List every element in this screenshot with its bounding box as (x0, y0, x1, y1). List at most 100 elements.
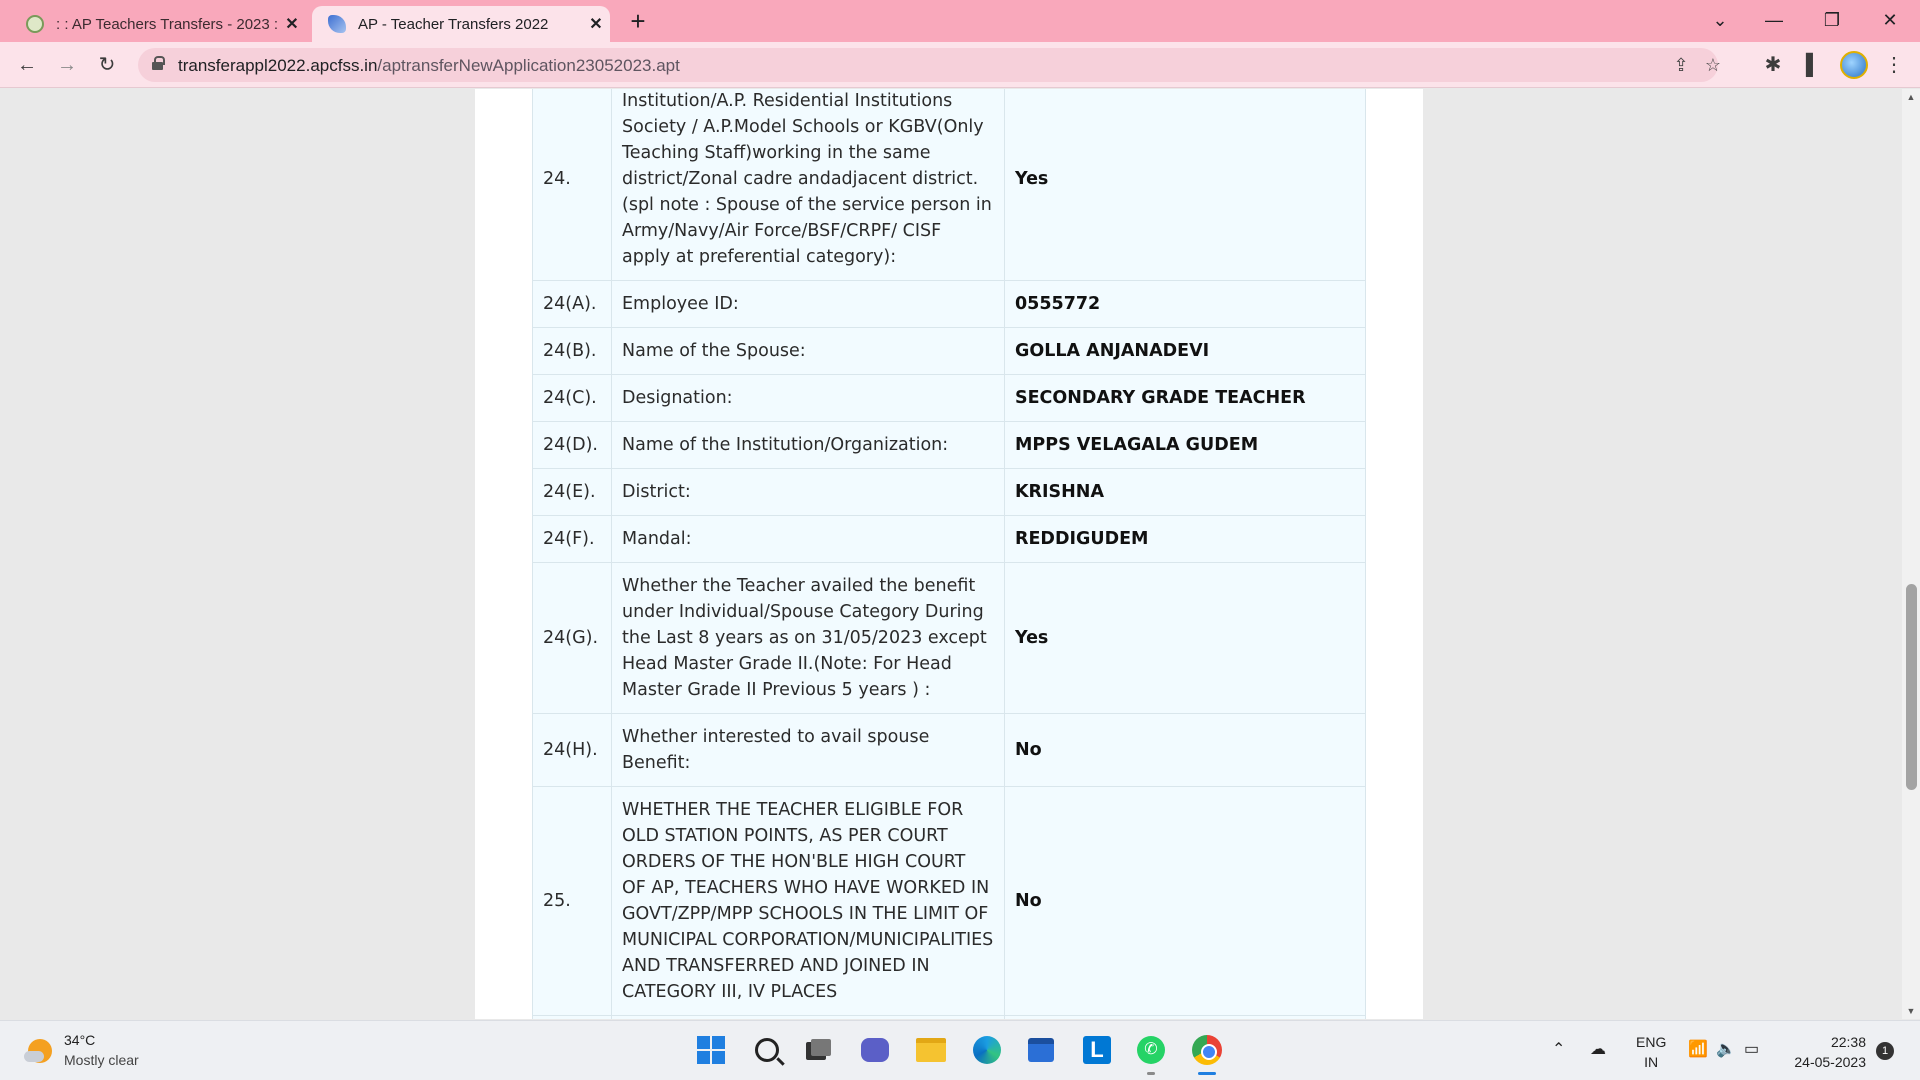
browser-tab-strip: : : AP Teachers Transfers - 2023 : : ✕ A… (0, 0, 1920, 42)
table-row: 24(A). Employee ID: 0555772 (532, 280, 1366, 328)
kebab-menu-icon[interactable]: ⋮ (1879, 50, 1909, 80)
close-window-icon[interactable]: ✕ (1862, 0, 1918, 42)
table-row-partial (532, 1015, 1366, 1019)
browser-tab-ap-teacher-transfers-2022[interactable]: AP - Teacher Transfers 2022 ✕ (312, 6, 610, 42)
notification-count-badge[interactable]: 1 (1876, 1042, 1894, 1060)
edge-browser-icon[interactable] (968, 1031, 1006, 1069)
row-number: 25. (532, 786, 612, 1016)
onedrive-cloud-icon[interactable]: ☁ (1590, 1039, 1606, 1059)
new-tab-plus-icon[interactable]: + (622, 6, 654, 38)
restore-icon[interactable]: ❐ (1804, 0, 1860, 42)
table-row: 25. WHETHER THE TEACHER ELIGIBLE FOR OLD … (532, 786, 1366, 1016)
row-number: 24(A). (532, 280, 612, 328)
table-row: 24(C). Designation: SECONDARY GRADE TEACHE… (532, 374, 1366, 422)
table-row: 24(E). District: KRISHNA (532, 468, 1366, 516)
tab-title: : : AP Teachers Transfers - 2023 : : (56, 15, 278, 33)
url-path: /aptransferNewApplication23052023.apt (377, 56, 680, 75)
whatsapp-icon[interactable]: ✆ (1132, 1031, 1170, 1075)
wifi-icon[interactable]: 📶 (1688, 1039, 1708, 1059)
language-code: ENG (1636, 1034, 1667, 1050)
row-number: 24(C). (532, 374, 612, 422)
row-number: 24(F). (532, 515, 612, 563)
row-value: MPPS VELAGALA GUDEM (1004, 421, 1366, 469)
row-value: REDDIGUDEM (1004, 515, 1366, 563)
row-value: Yes (1004, 562, 1366, 714)
row-number: 24(G). (532, 562, 612, 714)
row-cell-partial (611, 1015, 1005, 1019)
side-panel-icon[interactable]: ▌ (1798, 50, 1828, 80)
scroll-down-arrow-icon[interactable]: ▼ (1902, 1003, 1920, 1019)
microsoft-store-icon[interactable] (1022, 1031, 1060, 1069)
row-cell-partial (1004, 1015, 1366, 1019)
weather-condition[interactable]: Mostly clear (64, 1052, 139, 1068)
row-cell-partial (532, 1015, 612, 1019)
url-text: transferappl2022.apcfss.in/aptransferNew… (178, 56, 680, 76)
weather-temperature[interactable]: 34°C (64, 1032, 95, 1048)
reload-icon[interactable]: ↻ (92, 50, 122, 80)
row-value: No (1004, 713, 1366, 787)
volume-speaker-icon[interactable]: 🔈 (1716, 1039, 1736, 1059)
show-hidden-icons-chevron-icon[interactable]: ⌃ (1552, 1039, 1565, 1059)
table-row: 24(D). Name of the Institution/Organizati… (532, 421, 1366, 469)
row-value: 0555772 (1004, 280, 1366, 328)
tab-search-chevron-icon[interactable]: ⌄ (1692, 0, 1748, 42)
bookmark-star-icon[interactable]: ☆ (1700, 52, 1726, 78)
row-label: WHETHER THE TEACHER ELIGIBLE FOR OLD STA… (611, 786, 1005, 1016)
system-clock[interactable]: 22:38 24-05-2023 (1786, 1032, 1866, 1072)
chrome-browser-icon[interactable] (1188, 1031, 1226, 1075)
row-value: SECONDARY GRADE TEACHER (1004, 374, 1366, 422)
row-number: 24. (532, 89, 612, 281)
search-icon[interactable] (748, 1031, 786, 1069)
row-value: KRISHNA (1004, 468, 1366, 516)
file-explorer-folder-icon[interactable] (912, 1031, 950, 1069)
row-value: No (1004, 786, 1366, 1016)
scroll-up-arrow-icon[interactable]: ▲ (1902, 89, 1920, 105)
language-indicator[interactable]: ENG IN (1636, 1032, 1666, 1072)
page-viewport: 24. Institution/A.P. Residential Institut… (0, 89, 1902, 1019)
address-bar[interactable]: transferappl2022.apcfss.in/aptransferNew… (138, 48, 1721, 82)
row-label: Mandal: (611, 515, 1005, 563)
row-value: Yes (1004, 89, 1366, 281)
battery-icon[interactable]: ▭ (1744, 1039, 1759, 1059)
tab-title: AP - Teacher Transfers 2022 (358, 15, 549, 33)
forward-arrow-icon[interactable]: → (52, 50, 82, 80)
l-app-icon[interactable]: L (1078, 1031, 1116, 1069)
share-icon[interactable]: ⇪ (1668, 52, 1694, 78)
site-favicon-icon (328, 15, 346, 33)
table-row: 24(H). Whether interested to avail spouse… (532, 713, 1366, 787)
row-label: Institution/A.P. Residential Institution… (611, 89, 1005, 281)
row-number: 24(D). (532, 421, 612, 469)
scrollbar-thumb[interactable] (1906, 584, 1917, 790)
row-label: Designation: (611, 374, 1005, 422)
table-row: 24(G). Whether the Teacher availed the be… (532, 562, 1366, 714)
row-label: Whether the Teacher availed the benefit … (611, 562, 1005, 714)
lock-icon[interactable] (152, 56, 165, 70)
back-arrow-icon[interactable]: ← (12, 50, 42, 80)
weather-moon-cloud-icon[interactable] (24, 1035, 54, 1065)
table-row: 24(B). Name of the Spouse: GOLLA ANJANADEV… (532, 327, 1366, 375)
table-row: 24. Institution/A.P. Residential Institut… (532, 89, 1366, 281)
region-code: IN (1644, 1054, 1659, 1070)
tab-close-icon[interactable]: ✕ (582, 14, 610, 34)
row-value: GOLLA ANJANADEVI (1004, 327, 1366, 375)
row-label: District: (611, 468, 1005, 516)
row-label: Name of the Spouse: (611, 327, 1005, 375)
profile-avatar[interactable] (1840, 51, 1868, 79)
site-favicon-icon (26, 15, 44, 33)
table-row: 24(F). Mandal: REDDIGUDEM (532, 515, 1366, 563)
extensions-puzzle-icon[interactable]: ✱ (1758, 50, 1788, 80)
tab-close-icon[interactable]: ✕ (278, 14, 306, 34)
browser-toolbar: ← → ↻ transferappl2022.apcfss.in/aptrans… (0, 42, 1920, 88)
row-number: 24(B). (532, 327, 612, 375)
row-number: 24(E). (532, 468, 612, 516)
row-label: Whether interested to avail spouse Benef… (611, 713, 1005, 787)
application-details-table: 24. Institution/A.P. Residential Institut… (532, 89, 1366, 1019)
minimize-icon[interactable]: — (1746, 0, 1802, 42)
start-windows-icon[interactable] (692, 1031, 730, 1069)
teams-chat-icon[interactable] (856, 1031, 894, 1069)
task-view-icon[interactable] (800, 1031, 838, 1069)
row-number: 24(H). (532, 713, 612, 787)
vertical-scrollbar[interactable]: ▲ ▼ (1902, 89, 1920, 1019)
row-label: Name of the Institution/Organization: (611, 421, 1005, 469)
browser-tab-ap-teachers-transfers-2023[interactable]: : : AP Teachers Transfers - 2023 : : ✕ (10, 6, 306, 42)
